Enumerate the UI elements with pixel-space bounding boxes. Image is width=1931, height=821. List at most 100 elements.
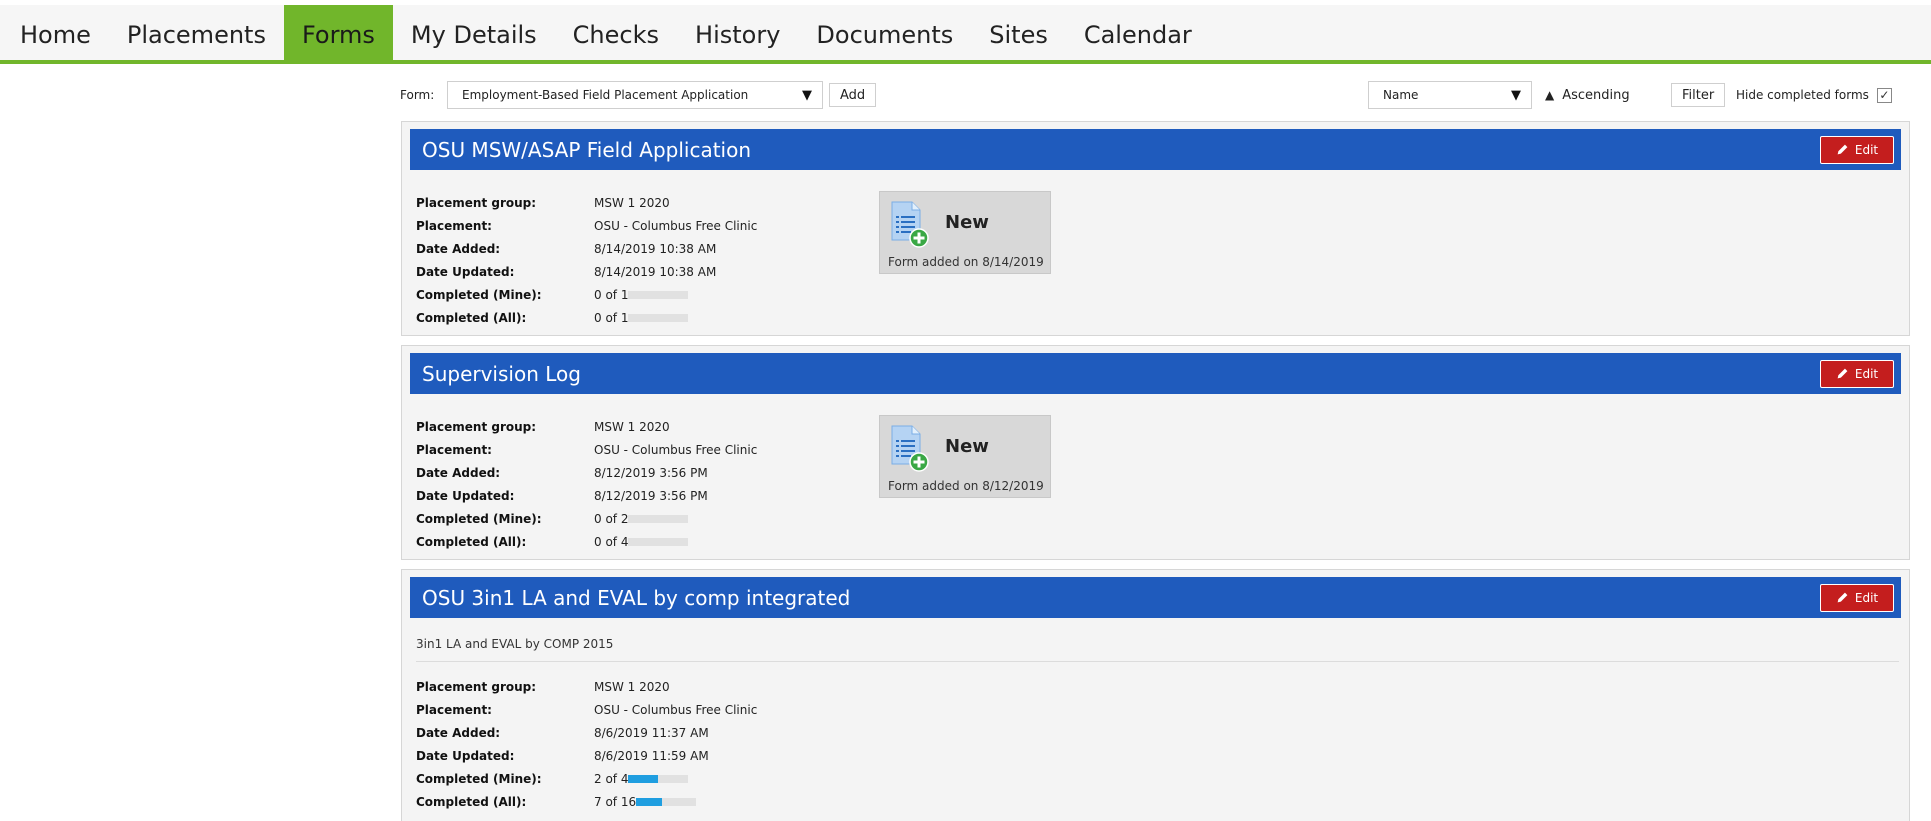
completed-all-value: 7 of 16 — [594, 794, 637, 809]
detail-row: Completed (Mine): 2 of 4 — [416, 767, 757, 790]
placement-value: OSU - Columbus Free Clinic — [594, 702, 758, 717]
completed-mine-label: Completed (Mine): — [416, 511, 542, 526]
progress-fill — [636, 797, 663, 806]
date-added-value: 8/6/2019 11:37 AM — [594, 725, 709, 740]
sort-ascending-icon: ▲ — [1545, 88, 1555, 102]
pencil-icon — [1837, 368, 1848, 379]
form-card: OSU 3in1 LA and EVAL by comp integrated … — [401, 569, 1910, 821]
placement-group-value: MSW 1 2020 — [594, 195, 670, 210]
add-form-button[interactable]: Add — [829, 83, 877, 107]
nav-tab-forms[interactable]: Forms — [283, 5, 393, 64]
completed-all-value: 0 of 1 — [594, 310, 629, 325]
placement-group-value: MSW 1 2020 — [594, 679, 670, 694]
placement-group-value: MSW 1 2020 — [594, 419, 670, 434]
detail-row: Date Added: 8/12/2019 3:56 PM — [416, 461, 757, 484]
completed-all-value: 0 of 4 — [594, 534, 629, 549]
chevron-down-icon: ▼ — [1511, 87, 1521, 103]
pencil-icon — [1837, 144, 1848, 155]
date-updated-label: Date Updated: — [416, 748, 515, 763]
detail-row: Completed (All): 7 of 16 — [416, 790, 757, 813]
edit-label: Edit — [1854, 142, 1879, 157]
date-added-value: 8/14/2019 10:38 AM — [594, 241, 717, 256]
date-updated-label: Date Updated: — [416, 264, 515, 279]
placement-label: Placement: — [416, 702, 492, 717]
placement-group-label: Placement group: — [416, 679, 537, 694]
new-label: New — [945, 436, 989, 457]
progress-bar — [636, 797, 697, 806]
edit-button[interactable]: Edit — [1820, 359, 1894, 388]
divider — [416, 661, 1899, 662]
detail-row: Date Updated: 8/14/2019 10:38 AM — [416, 260, 757, 283]
form-details: Placement group: MSW 1 2020 Placement: OSU… — [416, 415, 757, 553]
nav-tab-placements[interactable]: Placements — [109, 5, 284, 64]
detail-row: Completed (Mine): 0 of 1 — [416, 283, 757, 306]
hide-completed-checkbox[interactable]: ✓ — [1876, 87, 1892, 103]
sort-order-toggle[interactable]: ▲ Ascending — [1545, 81, 1630, 109]
form-title[interactable]: OSU MSW/ASAP Field Application — [422, 138, 751, 162]
detail-row: Completed (All): 0 of 4 — [416, 530, 757, 553]
edit-button[interactable]: Edit — [1820, 135, 1894, 164]
completed-all-label: Completed (All): — [416, 794, 527, 809]
hide-completed-toggle[interactable]: Hide completed forms ✓ — [1736, 81, 1892, 109]
placement-value: OSU - Columbus Free Clinic — [594, 442, 758, 457]
date-updated-value: 8/6/2019 11:59 AM — [594, 748, 709, 763]
completed-mine-value: 0 of 1 — [594, 287, 629, 302]
form-card: Supervision Log Edit Placement group: MSW… — [401, 345, 1910, 560]
date-added-value: 8/12/2019 3:56 PM — [594, 465, 708, 480]
detail-row: Placement: OSU - Columbus Free Clinic — [416, 698, 757, 721]
progress-bar — [628, 774, 689, 783]
new-document-icon — [891, 201, 929, 248]
filter-button[interactable]: Filter — [1671, 83, 1726, 107]
nav-tab-checks[interactable]: Checks — [555, 5, 677, 64]
nav-tab-sites[interactable]: Sites — [971, 5, 1066, 64]
date-added-label: Date Added: — [416, 465, 501, 480]
nav-tab-documents[interactable]: Documents — [798, 5, 971, 64]
placement-label: Placement: — [416, 218, 492, 233]
nav-tab-history[interactable]: History — [677, 5, 798, 64]
completed-all-label: Completed (All): — [416, 310, 527, 325]
edit-button[interactable]: Edit — [1820, 583, 1894, 612]
form-card-header: OSU MSW/ASAP Field Application Edit — [410, 129, 1901, 170]
form-select[interactable]: Employment-Based Field Placement Applica… — [447, 81, 823, 109]
forms-toolbar: Form: Employment-Based Field Placement A… — [400, 81, 1905, 109]
detail-row: Completed (All): 0 of 1 — [416, 306, 757, 329]
form-added-text: Form added on 8/14/2019 — [888, 255, 1044, 269]
placement-group-label: Placement group: — [416, 195, 537, 210]
form-title[interactable]: Supervision Log — [422, 362, 581, 386]
placement-value: OSU - Columbus Free Clinic — [594, 218, 758, 233]
progress-bar — [628, 313, 689, 322]
detail-row: Date Added: 8/6/2019 11:37 AM — [416, 721, 757, 744]
form-details: Placement group: MSW 1 2020 Placement: OSU… — [416, 675, 757, 813]
detail-row: Placement group: MSW 1 2020 — [416, 415, 757, 438]
placement-group-label: Placement group: — [416, 419, 537, 434]
detail-row: Placement group: MSW 1 2020 — [416, 675, 757, 698]
date-added-label: Date Added: — [416, 241, 501, 256]
date-added-label: Date Added: — [416, 725, 501, 740]
form-select-label: Form: — [400, 88, 435, 102]
new-label: New — [945, 212, 989, 233]
date-updated-label: Date Updated: — [416, 488, 515, 503]
edit-label: Edit — [1854, 590, 1879, 605]
chevron-down-icon: ▼ — [802, 87, 812, 103]
form-card-header: Supervision Log Edit — [410, 353, 1901, 394]
completed-mine-value: 0 of 2 — [594, 511, 629, 526]
nav-tab-home[interactable]: Home — [2, 5, 109, 64]
placement-label: Placement: — [416, 442, 492, 457]
nav-tab-calendar[interactable]: Calendar — [1066, 5, 1210, 64]
date-updated-value: 8/12/2019 3:56 PM — [594, 488, 708, 503]
form-title[interactable]: OSU 3in1 LA and EVAL by comp integrated — [422, 586, 850, 610]
form-description: 3in1 LA and EVAL by COMP 2015 — [416, 637, 614, 651]
progress-fill — [628, 774, 659, 783]
form-card-header: OSU 3in1 LA and EVAL by comp integrated … — [410, 577, 1901, 618]
detail-row: Placement: OSU - Columbus Free Clinic — [416, 438, 757, 461]
detail-row: Date Added: 8/14/2019 10:38 AM — [416, 237, 757, 260]
date-updated-value: 8/14/2019 10:38 AM — [594, 264, 717, 279]
completed-all-label: Completed (All): — [416, 534, 527, 549]
progress-bar — [628, 290, 689, 299]
new-form-tile[interactable]: New Form added on 8/14/2019 — [879, 191, 1051, 274]
form-card: OSU MSW/ASAP Field Application Edit Plac… — [401, 121, 1910, 336]
nav-tab-my-details[interactable]: My Details — [393, 5, 555, 64]
new-form-tile[interactable]: New Form added on 8/12/2019 — [879, 415, 1051, 498]
completed-mine-label: Completed (Mine): — [416, 287, 542, 302]
sort-select[interactable]: Name ▼ — [1368, 81, 1532, 109]
